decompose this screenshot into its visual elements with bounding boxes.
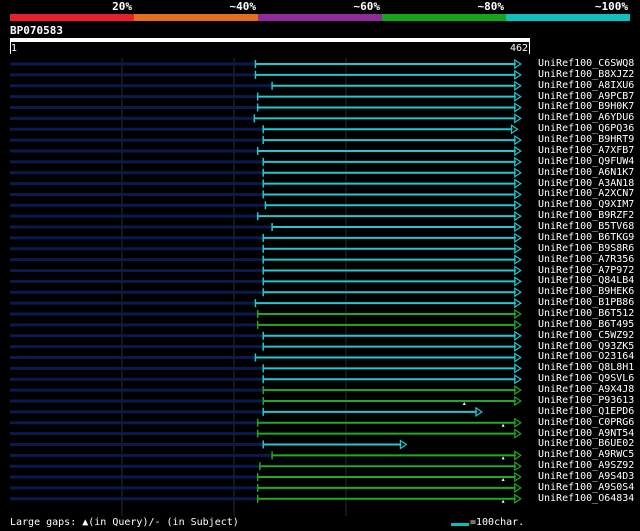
hit-name-link[interactable]: UniRef100_B6T495 (538, 319, 634, 330)
hit-row (10, 450, 522, 461)
hit-name-link[interactable]: UniRef100_A7P972 (538, 265, 634, 276)
scale-note: =100char. (470, 517, 525, 528)
hit-name-link[interactable]: UniRef100_B5TV68 (538, 221, 634, 232)
hit-name-link[interactable]: UniRef100_A9S4D3 (538, 471, 634, 482)
hit-name-link[interactable]: UniRef100_B1PB86 (538, 297, 634, 308)
hit-name-link[interactable]: UniRef100_A7XFB7 (538, 145, 634, 156)
hit-row (10, 493, 522, 504)
hit-row (10, 482, 522, 494)
hit-row (10, 200, 522, 211)
hit-row (10, 298, 522, 309)
hit-row (10, 471, 522, 483)
hit-row (10, 374, 522, 385)
hit-name-link[interactable]: UniRef100_Q8L8H1 (538, 362, 634, 373)
hit-name-link[interactable]: UniRef100_A9X4J8 (538, 384, 634, 395)
hit-row (10, 254, 522, 265)
hit-row (10, 102, 522, 113)
hit-row (10, 69, 522, 80)
hit-row (10, 80, 522, 91)
hit-row (10, 189, 522, 200)
gap-marker-icon (462, 401, 466, 405)
hit-row (10, 308, 522, 320)
hit-row (10, 91, 522, 102)
hit-row (10, 145, 522, 157)
hit-row (10, 417, 522, 428)
hit-row (10, 243, 522, 254)
large-gaps-note: Large gaps: ▲(in Query)/- (in Subject) (10, 517, 239, 528)
hit-row (10, 178, 522, 189)
hit-name-link[interactable]: UniRef100_Q84LB4 (538, 275, 634, 286)
hit-name-link[interactable]: UniRef100_Q9XIM7 (538, 199, 634, 210)
hit-name-link[interactable]: UniRef100_B9S8R6 (538, 243, 634, 254)
hit-name-link[interactable]: UniRef100_A9SZ92 (538, 460, 634, 471)
hit-row (10, 319, 522, 331)
hit-name-link[interactable]: UniRef100_O23164 (538, 351, 634, 362)
hit-name-link[interactable]: UniRef100_B9HRT9 (538, 134, 634, 145)
hit-row (10, 439, 408, 450)
hit-row (10, 276, 522, 287)
hit-row (10, 113, 522, 124)
hit-name-link[interactable]: UniRef100_C5WZ92 (538, 330, 634, 341)
hit-row (10, 428, 522, 439)
hit-name-link[interactable]: UniRef100_A8IXU6 (538, 80, 634, 91)
scale-bar-icon (451, 523, 469, 526)
hit-name-link[interactable]: UniRef100_C0PRG6 (538, 417, 634, 428)
hit-name-link[interactable]: UniRef100_Q93ZK5 (538, 341, 634, 352)
hit-row (10, 58, 522, 70)
hit-name-link[interactable]: UniRef100_A9NT54 (538, 428, 634, 439)
hit-name-link[interactable]: UniRef100_Q1EPD6 (538, 406, 634, 417)
hit-name-link[interactable]: UniRef100_B9H0K7 (538, 101, 634, 112)
hit-name-link[interactable]: UniRef100_A9RWC5 (538, 449, 634, 460)
hit-row (10, 156, 522, 167)
hit-name-link[interactable]: UniRef100_A2XCN7 (538, 188, 634, 199)
hit-row (10, 461, 522, 472)
hit-name-link[interactable]: UniRef100_B6TKG9 (538, 232, 634, 243)
hit-name-link[interactable]: UniRef100_A7R356 (538, 254, 634, 265)
hit-name-link[interactable]: UniRef100_Q9FUW4 (538, 156, 634, 167)
hit-name-link[interactable]: UniRef100_P93613 (538, 395, 634, 406)
hit-name-link[interactable]: UniRef100_B8XJZ2 (538, 69, 634, 80)
hit-name-link[interactable]: UniRef100_B9RZF2 (538, 210, 634, 221)
hit-name-link[interactable]: UniRef100_A3AN18 (538, 178, 634, 189)
hit-row (10, 211, 522, 222)
hit-row (10, 352, 522, 363)
gap-marker-icon (501, 423, 505, 427)
hit-row (10, 395, 522, 407)
gap-marker-icon (501, 456, 505, 460)
hit-row (10, 124, 519, 135)
hit-row (10, 287, 522, 298)
hit-row (10, 330, 522, 341)
hit-row (10, 406, 483, 417)
hit-name-link[interactable]: UniRef100_A6N1K7 (538, 167, 634, 178)
hit-name-link[interactable]: UniRef100_A9PCB7 (538, 91, 634, 102)
hit-name-link[interactable]: UniRef100_Q6PQ36 (538, 123, 634, 134)
hit-row (10, 363, 522, 374)
hit-name-link[interactable]: UniRef100_O64834 (538, 493, 634, 504)
hit-row (10, 232, 522, 244)
hit-name-link[interactable]: UniRef100_A6YDU6 (538, 112, 634, 123)
hit-name-link[interactable]: UniRef100_B6UE02 (538, 438, 634, 449)
hit-row (10, 265, 522, 276)
hit-row (10, 167, 522, 178)
hit-name-link[interactable]: UniRef100_Q9SVL6 (538, 373, 634, 384)
hit-name-link[interactable]: UniRef100_B6T512 (538, 308, 634, 319)
hit-row (10, 341, 522, 352)
hit-name-link[interactable]: UniRef100_B9HEK6 (538, 286, 634, 297)
gap-marker-icon (501, 478, 505, 482)
gap-marker-icon (501, 499, 505, 503)
hit-row (10, 221, 522, 233)
hit-row (10, 134, 522, 146)
hit-row (10, 384, 522, 396)
hit-name-link[interactable]: UniRef100_C6SWQ8 (538, 58, 634, 69)
hit-name-link[interactable]: UniRef100_A9S0S4 (538, 482, 634, 493)
